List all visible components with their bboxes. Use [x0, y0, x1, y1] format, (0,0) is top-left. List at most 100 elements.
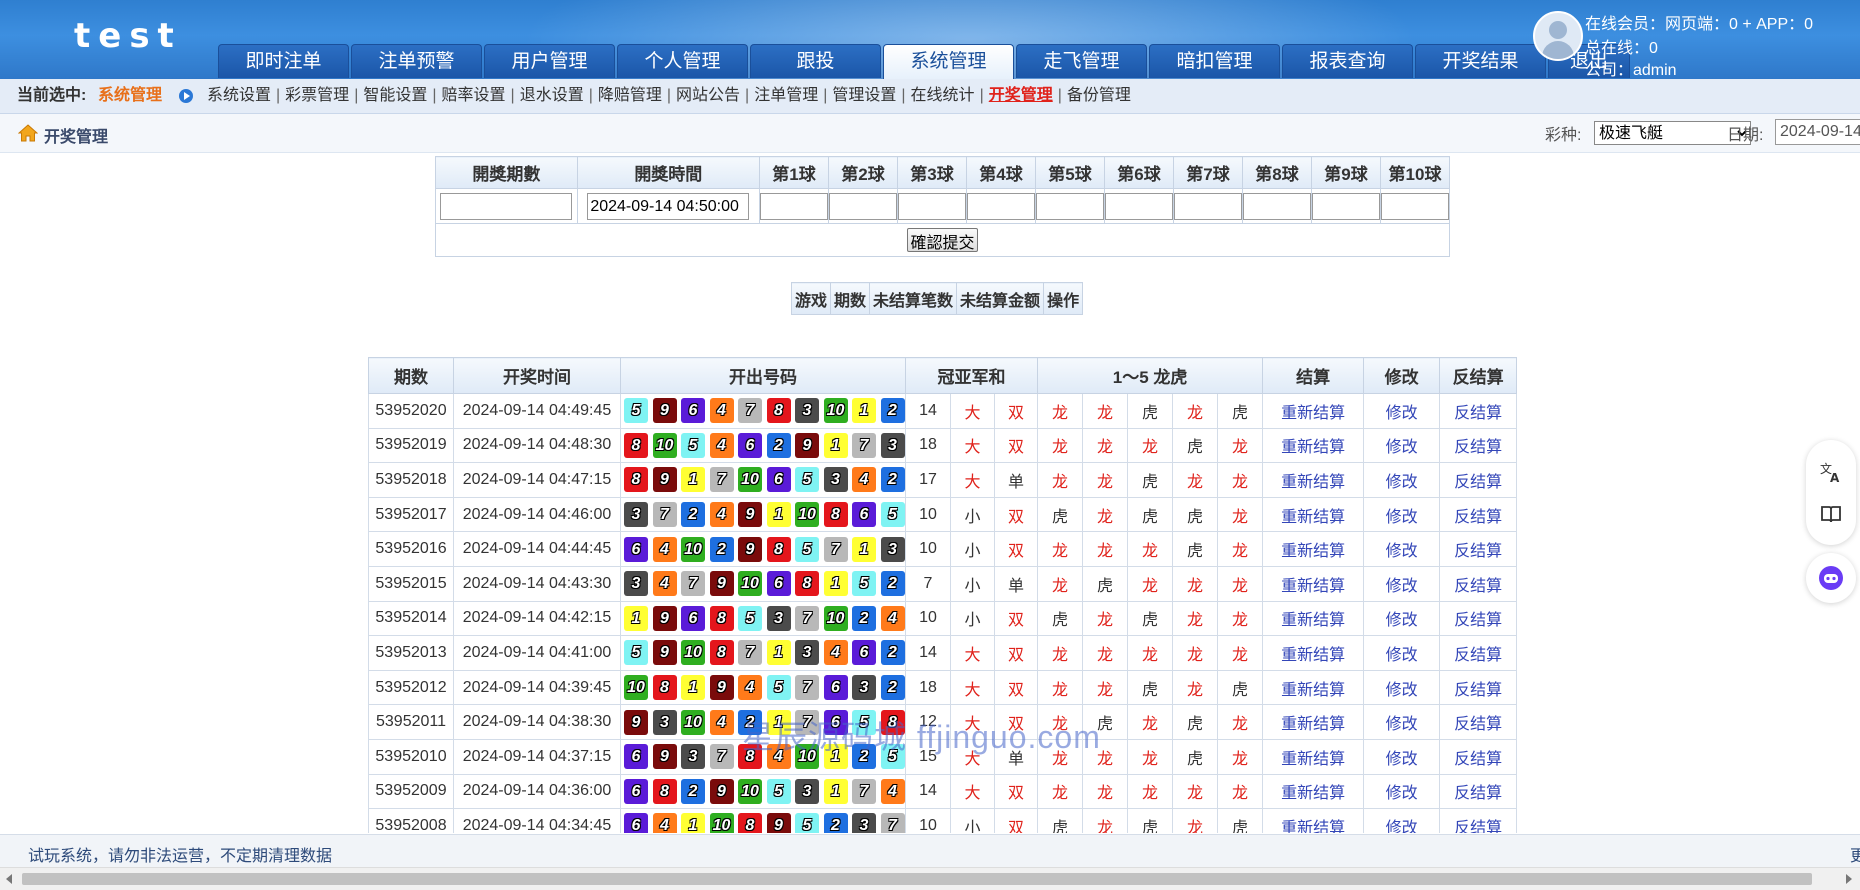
unsettle-link[interactable]: 反结算 — [1439, 496, 1518, 533]
edit-link[interactable]: 修改 — [1363, 635, 1441, 671]
dragon-tiger-value: 龙 — [1127, 773, 1174, 810]
footer-more-link[interactable]: 更 — [1850, 842, 1860, 866]
nav-tab-1[interactable]: 注单预警 — [351, 44, 482, 78]
scrollbar-thumb[interactable] — [22, 873, 1812, 885]
edit-link[interactable]: 修改 — [1363, 462, 1441, 498]
sub-link-10[interactable]: 开奖管理 — [989, 79, 1053, 113]
results-header: 期数 开奖时间 开出号码 冠亚军和 1～5 龙虎 结算 修改 反结算 — [368, 357, 1518, 394]
resettle-link[interactable]: 重新结算 — [1262, 531, 1365, 567]
resettle-link[interactable]: 重新结算 — [1262, 808, 1365, 833]
edit-link[interactable]: 修改 — [1363, 565, 1441, 602]
sub-link-11[interactable]: 备份管理 — [1067, 79, 1131, 113]
unsettle-link[interactable]: 反结算 — [1439, 462, 1518, 498]
resettle-link[interactable]: 重新结算 — [1262, 496, 1365, 533]
date-input[interactable]: 2024-09-14 — [1775, 119, 1860, 145]
nav-tab-3[interactable]: 个人管理 — [617, 44, 748, 78]
ball-4-input[interactable] — [966, 192, 1035, 220]
unsettle-link[interactable]: 反结算 — [1439, 600, 1518, 637]
unsettle-link[interactable]: 反结算 — [1439, 427, 1518, 464]
unsettle-link[interactable]: 反结算 — [1439, 565, 1518, 602]
nav-tab-8[interactable]: 报表查询 — [1282, 44, 1413, 78]
unsettle-link[interactable]: 反结算 — [1439, 808, 1518, 833]
ball-1-input[interactable] — [759, 192, 828, 220]
translate-icon[interactable]: 文 A — [1819, 460, 1843, 484]
ball-7-input[interactable] — [1173, 192, 1242, 220]
unsettle-link[interactable]: 反结算 — [1439, 738, 1518, 775]
sub-link-5[interactable]: 降赔管理 — [598, 79, 662, 113]
horizontal-scrollbar[interactable] — [0, 867, 1860, 890]
ball-8-input[interactable] — [1242, 192, 1311, 220]
edit-link[interactable]: 修改 — [1363, 773, 1441, 810]
number-ball: 8 — [738, 813, 762, 833]
resettle-link[interactable]: 重新结算 — [1262, 773, 1365, 810]
unsettle-link[interactable]: 反结算 — [1439, 773, 1518, 810]
sub-link-3[interactable]: 赔率设置 — [442, 79, 506, 113]
resettle-link[interactable]: 重新结算 — [1262, 462, 1365, 498]
ball-2-input[interactable] — [828, 192, 897, 220]
edit-link[interactable]: 修改 — [1363, 496, 1441, 533]
edit-link[interactable]: 修改 — [1363, 393, 1441, 429]
edit-link[interactable]: 修改 — [1363, 738, 1441, 775]
sub-link-6[interactable]: 网站公告 — [676, 79, 740, 113]
resettle-link[interactable]: 重新结算 — [1262, 738, 1365, 775]
resettle-link[interactable]: 重新结算 — [1262, 393, 1365, 429]
size-value: 大 — [950, 462, 995, 498]
ball-3-input[interactable] — [897, 192, 966, 220]
sub-link-8[interactable]: 管理设置 — [832, 79, 896, 113]
results-scroll-area[interactable]: 期数 开奖时间 开出号码 冠亚军和 1～5 龙虎 结算 修改 反结算 53952… — [368, 357, 1518, 833]
scroll-right-icon[interactable] — [1846, 874, 1852, 884]
entry-header-5: 第4球 — [965, 156, 1036, 189]
resettle-link[interactable]: 重新结算 — [1262, 669, 1365, 706]
resettle-link[interactable]: 重新结算 — [1262, 565, 1365, 602]
sub-link-1[interactable]: 彩票管理 — [285, 79, 349, 113]
entry-header-3: 第2球 — [827, 156, 898, 189]
scroll-left-icon[interactable] — [6, 874, 12, 884]
dragon-tiger-value: 龙 — [1217, 427, 1264, 464]
resettle-link[interactable]: 重新结算 — [1262, 704, 1365, 740]
number-ball: 4 — [852, 467, 876, 493]
nav-tab-2[interactable]: 用户管理 — [484, 44, 615, 78]
issue-input[interactable] — [440, 192, 573, 220]
dragon-tiger-value: 龙 — [1082, 635, 1129, 671]
edit-link[interactable]: 修改 — [1363, 531, 1441, 567]
resettle-link[interactable]: 重新结算 — [1262, 600, 1365, 637]
draw-time-input[interactable] — [587, 192, 750, 220]
resettle-link[interactable]: 重新结算 — [1262, 635, 1365, 671]
assistant-button[interactable] — [1806, 553, 1856, 603]
unsettle-link[interactable]: 反结算 — [1439, 635, 1518, 671]
sub-link-7[interactable]: 注单管理 — [754, 79, 818, 113]
reader-icon[interactable] — [1819, 502, 1843, 526]
result-row: 53952016 2024-09-14 04:44:45 6 4 10 2 9 8 5 7 1 3 10… — [368, 531, 1518, 567]
unsettle-link[interactable]: 反结算 — [1439, 704, 1518, 740]
sub-link-9[interactable]: 在线统计 — [911, 79, 975, 113]
edit-link[interactable]: 修改 — [1363, 704, 1441, 740]
parity-value: 双 — [993, 669, 1039, 706]
unsettle-link[interactable]: 反结算 — [1439, 531, 1518, 567]
ball-10-input[interactable] — [1380, 192, 1449, 220]
edit-link[interactable]: 修改 — [1363, 427, 1441, 464]
ball-6-input[interactable] — [1104, 192, 1173, 220]
nav-tab-4[interactable]: 跟投 — [750, 44, 881, 78]
sub-link-4[interactable]: 退水设置 — [520, 79, 584, 113]
sum-value: 14 — [905, 635, 951, 671]
link-separator: | — [901, 87, 906, 104]
nav-tab-7[interactable]: 暗扣管理 — [1149, 44, 1280, 78]
resettle-link[interactable]: 重新结算 — [1262, 427, 1365, 464]
edit-link[interactable]: 修改 — [1363, 600, 1441, 637]
dragon-tiger-value: 龙 — [1127, 738, 1174, 775]
nav-tab-0[interactable]: 即时注单 — [218, 44, 349, 78]
nav-tab-6[interactable]: 走飞管理 — [1016, 44, 1147, 78]
unsettle-link[interactable]: 反结算 — [1439, 393, 1518, 429]
sub-link-2[interactable]: 智能设置 — [363, 79, 427, 113]
confirm-submit-button[interactable]: 確認提交 — [907, 228, 978, 252]
number-ball: 3 — [880, 536, 905, 562]
edit-link[interactable]: 修改 — [1363, 808, 1441, 833]
sub-link-0[interactable]: 系统设置 — [207, 79, 271, 113]
nav-tab-5[interactable]: 系统管理 — [883, 44, 1014, 79]
unsettle-link[interactable]: 反结算 — [1439, 669, 1518, 706]
site-logo: test — [74, 16, 182, 56]
nav-tab-9[interactable]: 开奖结果 — [1415, 44, 1546, 78]
edit-link[interactable]: 修改 — [1363, 669, 1441, 706]
ball-5-input[interactable] — [1035, 192, 1104, 220]
ball-9-input[interactable] — [1311, 192, 1380, 220]
